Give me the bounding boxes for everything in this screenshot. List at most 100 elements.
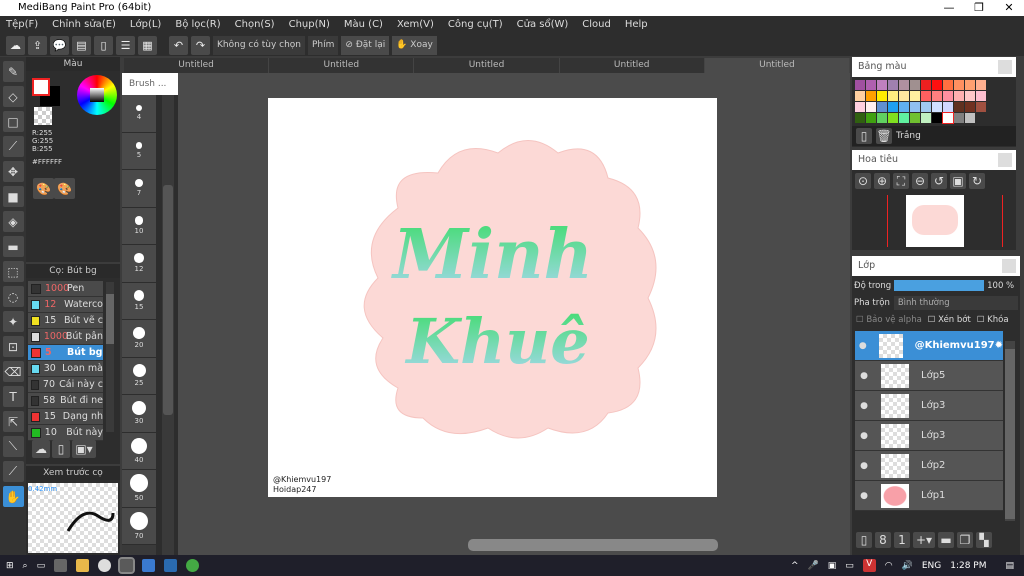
hand-tool-icon[interactable]: ✋ <box>2 486 24 507</box>
brush-size-option[interactable]: 4 <box>122 95 156 133</box>
chrome-icon[interactable] <box>98 559 112 572</box>
palette-swatch[interactable] <box>877 80 887 90</box>
move-tool-icon[interactable]: ✥ <box>2 161 24 182</box>
visibility-icon[interactable]: ● <box>855 371 873 381</box>
transparent-color[interactable] <box>34 107 52 125</box>
text-tool-icon[interactable]: T <box>2 386 24 407</box>
layer-scrollbar[interactable] <box>1005 341 1015 521</box>
palette-swatch[interactable] <box>954 80 964 90</box>
menu-item[interactable]: Chụp(N) <box>289 16 330 34</box>
menu-item[interactable]: Màu (C) <box>344 16 383 34</box>
brush-size-option[interactable]: 70 <box>122 507 156 545</box>
wifi-icon[interactable]: ◠ <box>885 561 893 571</box>
opacity-slider[interactable] <box>894 280 985 291</box>
palette-swatch[interactable] <box>866 113 876 123</box>
brush-menu-icon[interactable]: ▣▾ <box>72 440 96 458</box>
palette-swatch[interactable] <box>910 80 920 90</box>
flip-icon[interactable]: ▣ <box>950 173 966 189</box>
palette-swatch[interactable] <box>965 113 975 123</box>
operation-tool-icon[interactable]: ⇱ <box>2 411 24 432</box>
brush-size-option[interactable]: 10 <box>122 207 156 245</box>
fit-icon[interactable]: ⛶ <box>893 173 909 189</box>
eyedropper-icon[interactable]: ⟋ <box>2 461 24 482</box>
palette-swatch[interactable] <box>942 112 954 124</box>
layer-row[interactable]: ● Lớp2 <box>855 451 1003 481</box>
new-swatch-icon[interactable]: ▯ <box>856 128 872 144</box>
windows-start-icon[interactable]: ⊞ <box>6 561 14 571</box>
mic-icon[interactable]: 🎤 <box>807 561 818 571</box>
size-scrollbar[interactable] <box>162 95 174 555</box>
palette-swatch[interactable] <box>888 102 898 112</box>
navigator-close[interactable] <box>998 153 1012 167</box>
brush-cloud-icon[interactable]: ☁ <box>32 440 50 458</box>
task-view-icon[interactable]: ▭ <box>37 561 46 571</box>
layer-row[interactable]: ● Lớp3 <box>855 391 1003 421</box>
gradient-tool-icon[interactable]: ▬ <box>2 236 24 257</box>
palette-swatch[interactable] <box>954 102 964 112</box>
menu-item[interactable]: Lớp(L) <box>130 16 161 34</box>
brush-size-option[interactable]: 50 <box>122 470 156 508</box>
palette-swatch[interactable] <box>954 113 964 123</box>
brush-size-option[interactable]: 12 <box>122 245 156 283</box>
zoom-out-icon[interactable]: ⊖ <box>912 173 928 189</box>
drawing-canvas[interactable]: Minh Khuê @Khiemvu197 Hoidap247 <box>268 98 717 497</box>
palette-swatch[interactable] <box>932 102 942 112</box>
photos-icon[interactable] <box>164 559 178 572</box>
tray-chevron-icon[interactable]: ^ <box>791 561 799 571</box>
palette-swatch[interactable] <box>932 80 942 90</box>
palette-swatch[interactable] <box>899 102 909 112</box>
visibility-icon[interactable]: ● <box>855 401 873 411</box>
palette-swatch[interactable] <box>888 91 898 101</box>
palette-swatch[interactable] <box>910 102 920 112</box>
search-icon[interactable]: ⌕ <box>23 561 28 571</box>
layer-settings-icon[interactable]: ✹ <box>995 340 1003 351</box>
palette-swatch[interactable] <box>899 80 909 90</box>
eraser-tool-icon[interactable]: ◇ <box>2 86 24 107</box>
palette-swatch[interactable] <box>976 80 986 90</box>
visibility-icon[interactable]: ● <box>855 461 873 471</box>
palette-swatch[interactable] <box>888 113 898 123</box>
notifications-icon[interactable]: ▤ <box>1005 561 1014 571</box>
reset-button[interactable]: ⊘ Đặt lại <box>341 35 390 55</box>
palette-swatch[interactable] <box>866 91 876 101</box>
rotate-right-icon[interactable]: ↻ <box>969 173 985 189</box>
menu-item[interactable]: Xem(V) <box>397 16 434 34</box>
tray-app-icon[interactable]: ▣ <box>828 561 837 571</box>
brush-item[interactable]: 5 Bút bg <box>28 345 103 361</box>
foreground-color[interactable] <box>32 78 50 96</box>
palette-swatch[interactable] <box>921 113 931 123</box>
close-button[interactable]: ✕ <box>994 0 1024 16</box>
select-pen-icon[interactable]: ⊡ <box>2 336 24 357</box>
blend-select[interactable]: Bình thường <box>893 296 1018 310</box>
layer-row[interactable]: ● Lớp1 <box>855 481 1003 511</box>
chat-icon[interactable]: ▤ <box>72 35 91 55</box>
volume-icon[interactable]: 🔊 <box>902 561 913 571</box>
brush-item[interactable]: 1000 Bút pân <box>28 329 103 345</box>
brush-size-option[interactable]: 25 <box>122 357 156 395</box>
brush-size-option[interactable]: 15 <box>122 282 156 320</box>
lasso-tool-icon[interactable]: ◌ <box>2 286 24 307</box>
palette-swatch[interactable] <box>943 91 953 101</box>
fill-rect-icon[interactable]: ■ <box>2 186 24 207</box>
select-tool-icon[interactable]: ⬚ <box>2 261 24 282</box>
palette-swatch[interactable] <box>921 91 931 101</box>
palette-swatch[interactable] <box>954 91 964 101</box>
brush-item[interactable]: 10 Bút này <box>28 425 103 441</box>
document-tab[interactable]: Untitled <box>124 58 270 73</box>
palette-close[interactable] <box>998 60 1012 74</box>
list-icon[interactable]: ☰ <box>116 35 135 55</box>
undo-icon[interactable]: ↶ <box>169 35 188 55</box>
grid-icon[interactable]: ▦ <box>138 35 157 55</box>
minimize-button[interactable]: — <box>934 0 964 16</box>
horizontal-scrollbar[interactable] <box>468 539 718 551</box>
duplicate-layer-icon[interactable]: ❐ <box>957 532 973 548</box>
palette-swatch[interactable] <box>943 80 953 90</box>
menu-item[interactable]: Tệp(F) <box>6 16 38 34</box>
brush-scrollbar[interactable] <box>106 282 114 432</box>
menu-item[interactable]: Cloud <box>582 16 611 34</box>
palette-swatch[interactable] <box>855 80 865 90</box>
visibility-icon[interactable]: ● <box>855 491 873 501</box>
brush-item[interactable]: 30 Loan mà <box>28 361 103 377</box>
palette-swatch[interactable] <box>965 91 975 101</box>
app-icon[interactable] <box>186 559 200 572</box>
